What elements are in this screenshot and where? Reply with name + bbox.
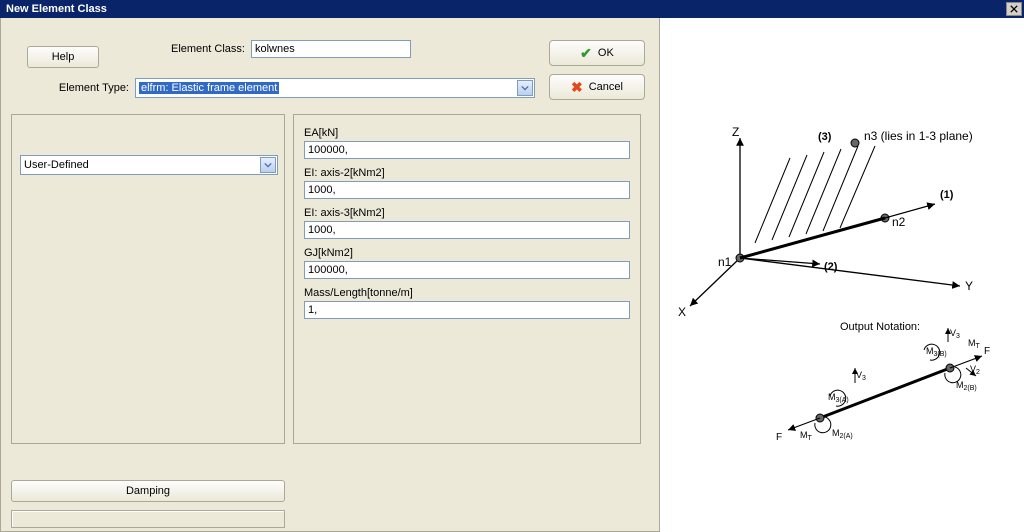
cancel-label: Cancel — [589, 81, 623, 93]
MT-a: MT — [800, 430, 813, 442]
V2: V2 — [970, 364, 980, 376]
section-source-combo[interactable]: User-Defined — [20, 155, 278, 175]
element-class-row: Element Class: — [171, 40, 411, 58]
damping-button[interactable]: Damping — [11, 480, 285, 502]
ea-input[interactable] — [304, 141, 630, 159]
dialog-body: Help Element Class: Element Type: elfrm:… — [0, 18, 660, 532]
ei3-label: EI: axis-3[kNm2] — [304, 207, 630, 219]
section-source-value: User-Defined — [24, 159, 89, 171]
close-button[interactable] — [1006, 2, 1022, 16]
top-controls: Help Element Class: Element Type: elfrm:… — [1, 18, 659, 108]
window-title: New Element Class — [6, 3, 107, 15]
cancel-button[interactable]: ✖ Cancel — [549, 74, 645, 100]
progress-well — [11, 510, 285, 528]
help-button[interactable]: Help — [27, 46, 99, 68]
close-icon — [1010, 5, 1018, 13]
ei2-input[interactable] — [304, 181, 630, 199]
F-label-a: F — [776, 432, 782, 443]
ea-label: EA[kN] — [304, 127, 630, 139]
element-class-input[interactable] — [251, 40, 411, 58]
M2B: M2(B) — [956, 380, 977, 392]
M2A: M2(A) — [832, 428, 853, 440]
properties-panel: EA[kN] EI: axis-2[kNm2] EI: axis-3[kNm2]… — [293, 114, 641, 444]
dir1-label: (1) — [940, 189, 954, 201]
element-type-label: Element Type: — [43, 82, 129, 94]
axis-z-label: Z — [732, 125, 739, 139]
check-icon: ✔ — [580, 45, 592, 62]
gj-input[interactable] — [304, 261, 630, 279]
gj-label: GJ[kNm2] — [304, 247, 630, 259]
chevron-down-icon — [260, 157, 276, 173]
MT-b: MT — [968, 338, 981, 350]
n2-label: n2 — [892, 215, 906, 229]
section-panel: User-Defined — [11, 114, 285, 444]
n3-label: n3 (lies in 1-3 plane) — [864, 129, 973, 143]
titlebar: New Element Class — [0, 0, 1024, 18]
F-label-b: F — [984, 346, 990, 357]
output-notation-title: Output Notation: — [840, 321, 920, 333]
element-class-label: Element Class: — [171, 43, 245, 55]
element-type-row: Element Type: elfrm: Elastic frame eleme… — [43, 78, 535, 98]
M3B: M3(B) — [926, 346, 947, 358]
V3b: V3 — [950, 328, 960, 340]
chevron-down-icon — [517, 80, 533, 96]
element-axes-diagram: Z Y X n1 n2 n3 (lies in 1-3 plane) (1) (… — [660, 18, 1020, 532]
cross-icon: ✖ — [571, 79, 583, 96]
dir3-label: (3) — [818, 131, 832, 143]
n1-label: n1 — [718, 255, 732, 269]
element-type-value: elfrm: Elastic frame element — [139, 82, 279, 94]
diagram-panel: Z Y X n1 n2 n3 (lies in 1-3 plane) (1) (… — [660, 18, 1020, 532]
axis-y-label: Y — [965, 279, 973, 293]
ei3-input[interactable] — [304, 221, 630, 239]
mass-label: Mass/Length[tonne/m] — [304, 287, 630, 299]
V3a: V3 — [856, 370, 866, 382]
ok-button[interactable]: ✔ OK — [549, 40, 645, 66]
panels: User-Defined EA[kN] EI: axis-2[kNm2] EI:… — [1, 108, 659, 444]
ok-label: OK — [598, 47, 614, 59]
mass-input[interactable] — [304, 301, 630, 319]
dir2-label: (2) — [824, 261, 838, 273]
element-type-combo[interactable]: elfrm: Elastic frame element — [135, 78, 535, 98]
ei2-label: EI: axis-2[kNm2] — [304, 167, 630, 179]
